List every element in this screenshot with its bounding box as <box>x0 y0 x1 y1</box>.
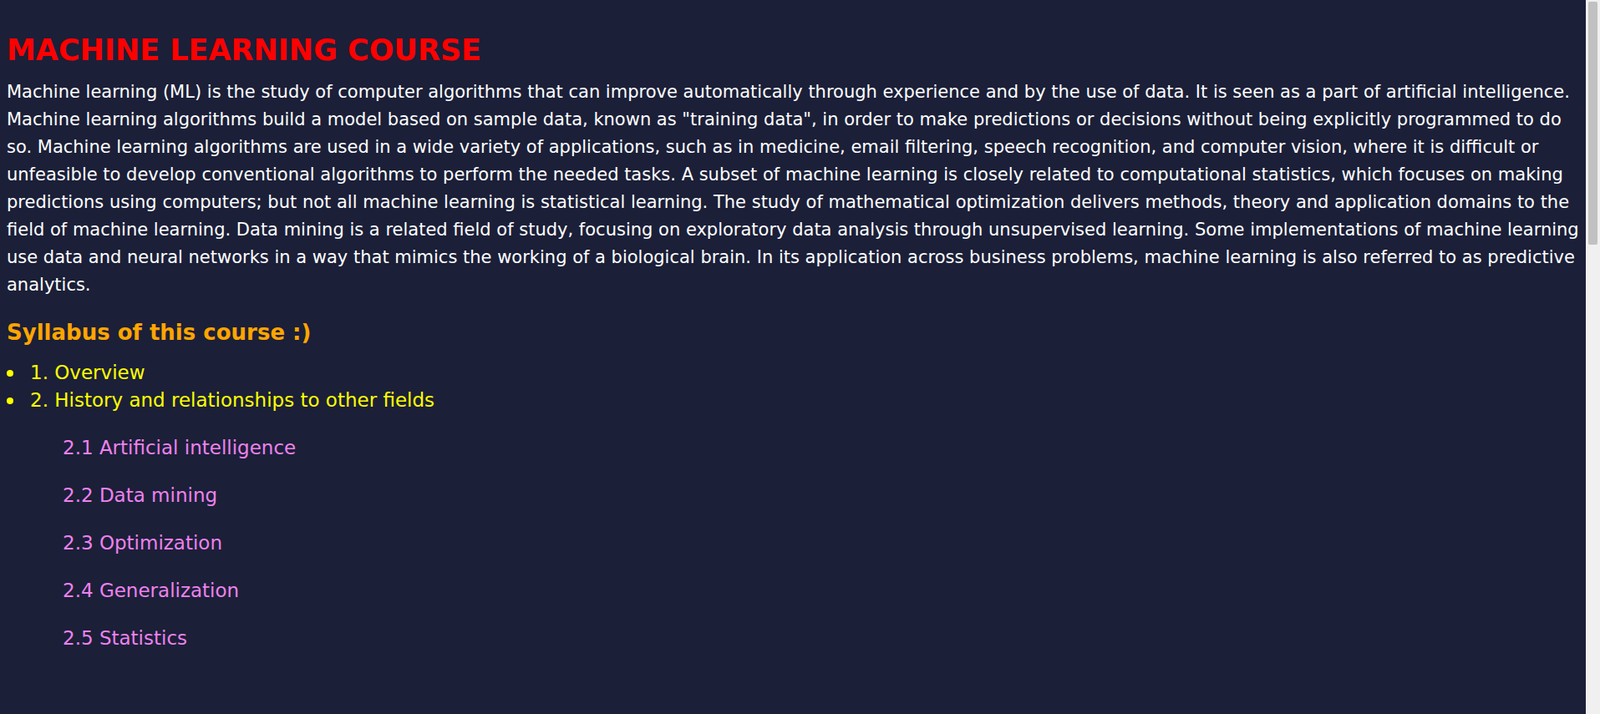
syllabus-item: 2. History and relationships to other fi… <box>6 386 1580 653</box>
syllabus-item: 1. Overview <box>6 359 1580 387</box>
scrollbar-thumb[interactable] <box>1588 1 1598 245</box>
content: MACHINE LEARNING COURSE Machine learning … <box>0 0 1586 714</box>
syllabus-subitem: 2.1 Artificial intelligence <box>62 434 1580 463</box>
syllabus-heading: Syllabus of this course :) <box>6 317 1580 348</box>
syllabus-subitem: 2.5 Statistics <box>62 624 1580 653</box>
scrollbar[interactable] <box>1585 0 1600 714</box>
syllabus-subitem: 2.4 Generalization <box>62 577 1580 605</box>
page: MACHINE LEARNING COURSE Machine learning … <box>0 0 1600 714</box>
syllabus-subitem: 2.2 Data mining <box>62 482 1580 510</box>
bullet-icon <box>6 397 14 405</box>
bullet-icon <box>6 370 14 377</box>
subitem-list: 2.1 Artificial intelligence 2.2 Data mini… <box>6 414 1580 653</box>
page-title: MACHINE LEARNING COURSE <box>6 31 1580 69</box>
intro-paragraph: Machine learning (ML) is the study of co… <box>6 78 1580 300</box>
syllabus-list: 1. Overview2. History and relationships … <box>6 359 1580 653</box>
syllabus-subitem: 2.3 Optimization <box>62 529 1580 558</box>
